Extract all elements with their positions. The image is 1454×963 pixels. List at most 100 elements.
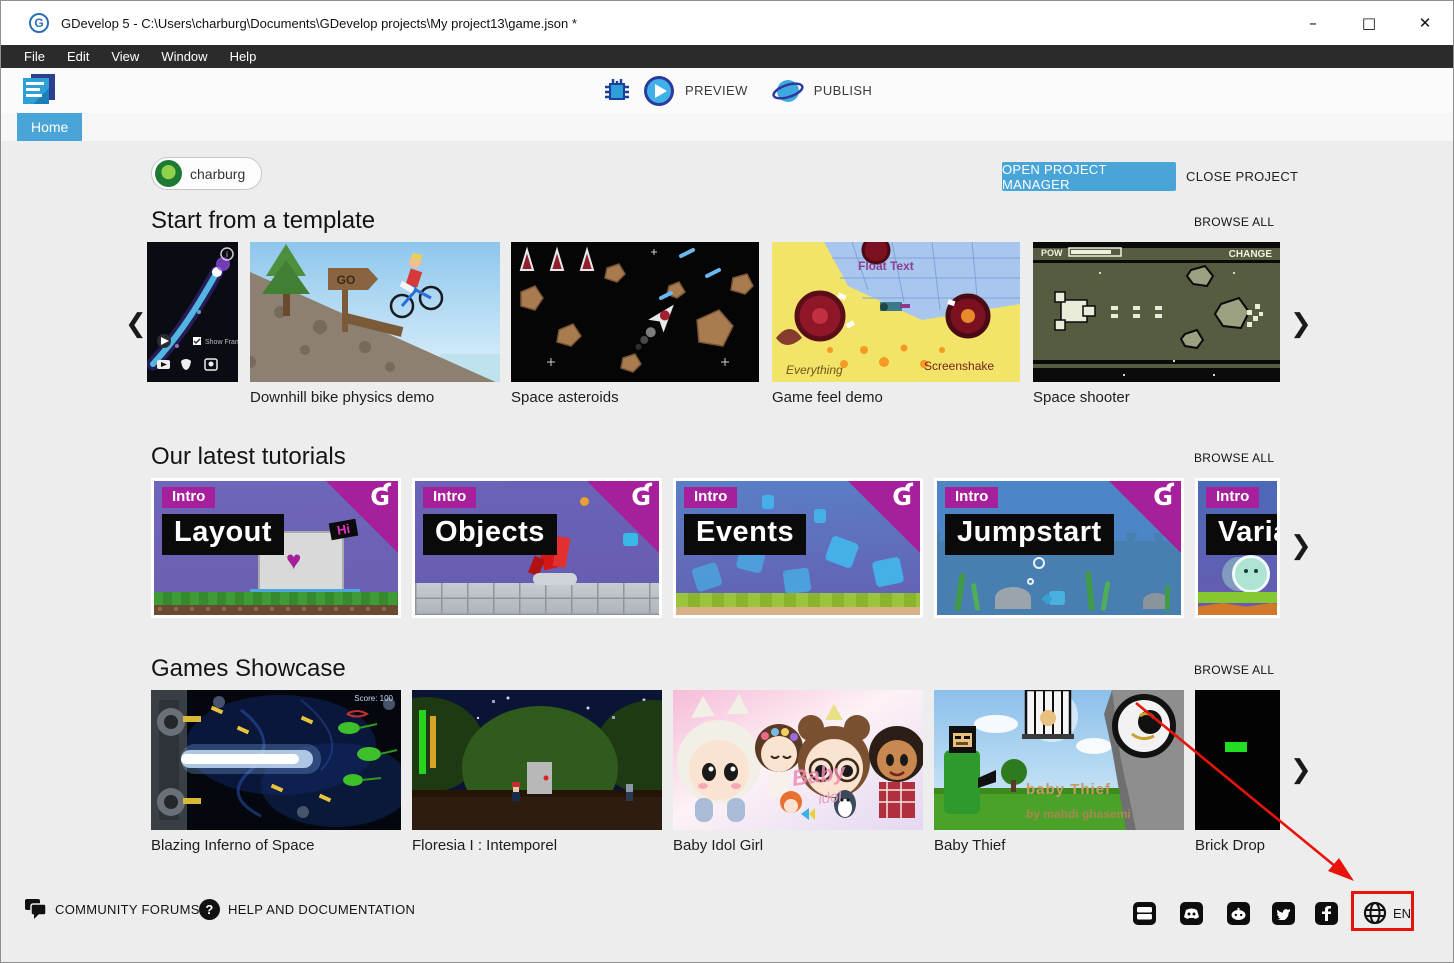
baby-idol-girl-art: Baby idol (673, 690, 923, 830)
minimize-button[interactable]: – (1285, 1, 1341, 45)
tab-bar: Home (1, 113, 1453, 141)
tutorial-title-jumpstart: Jumpstart (945, 514, 1114, 555)
change-label: CHANGE (1229, 249, 1273, 260)
pow-label: POW (1041, 248, 1063, 258)
help-documentation-link[interactable]: ? HELP AND DOCUMENTATION (199, 899, 415, 920)
annotation-highlight-box (1351, 891, 1414, 931)
showcase-browse-all[interactable]: BROWSE ALL (1194, 663, 1274, 677)
community-forums-label: COMMUNITY FORUMS (55, 902, 200, 917)
window-title: GDevelop 5 - C:\Users\charburg\Documents… (61, 16, 577, 31)
forum-icon (25, 899, 47, 919)
screenshake-label: Screenshake (924, 359, 994, 373)
caption-baby-idol-girl: Baby Idol Girl (673, 837, 763, 854)
menu-file[interactable]: File (13, 45, 56, 68)
caption-downhill-bike: Downhill bike physics demo (250, 389, 434, 406)
help-documentation-label: HELP AND DOCUMENTATION (228, 902, 415, 917)
gdevelop-window: G GDevelop 5 - C:\Users\charburg\Documen… (0, 0, 1454, 963)
svg-text:?: ? (205, 902, 213, 917)
help-icon: ? (199, 899, 220, 920)
showcase-section-title: Games Showcase (151, 655, 346, 683)
showcase-card-baby-thief[interactable]: baby Thief by mahdi ghasemi (934, 690, 1184, 830)
tutorial-card-objects[interactable]: Ɠ Intro Objects (412, 478, 662, 618)
template-card-game-feel-demo[interactable]: Float Text Everything Screenshake (772, 242, 1020, 382)
facebook-icon[interactable] (1315, 902, 1338, 925)
showcase-next-arrow[interactable]: ❯ (1290, 757, 1312, 783)
templates-next-arrow[interactable]: ❯ (1290, 311, 1312, 337)
discord-icon[interactable] (1180, 902, 1203, 925)
debugger-icon[interactable] (601, 75, 633, 107)
template-card-partial[interactable]: i Show Frame (147, 242, 238, 382)
gdevelop-logo-icon: Ɠ (370, 483, 390, 511)
gdevelop-logo-icon: Ɠ (631, 483, 651, 511)
template-card-space-shooter[interactable]: POW CHANGE (1033, 242, 1280, 382)
tutorial-card-events[interactable]: Ɠ Intro Events (673, 478, 923, 618)
home-page: charburg OPEN PROJECT MANAGER CLOSE PROJ… (1, 141, 1453, 962)
info-icon: i (226, 250, 228, 259)
templates-browse-all[interactable]: BROWSE ALL (1194, 215, 1274, 229)
preview-button[interactable]: PREVIEW (685, 83, 748, 98)
publish-button[interactable]: PUBLISH (814, 83, 872, 98)
baby-thief-title: baby Thief (1026, 781, 1111, 798)
game-feel-demo-art: Float Text Everything Screenshake (772, 242, 1020, 382)
user-chip[interactable]: charburg (151, 157, 262, 190)
tutorial-title-layout: Layout (162, 514, 284, 555)
caption-floresia: Floresia I : Intemporel (412, 837, 557, 854)
tutorial-title-events: Events (684, 514, 806, 555)
showcase-card-baby-idol-girl[interactable]: Baby idol (673, 690, 923, 830)
menu-view[interactable]: View (100, 45, 150, 68)
menu-window[interactable]: Window (150, 45, 218, 68)
character-2 (626, 784, 633, 801)
brick-drop-art (1195, 690, 1280, 830)
idol-title: idol (817, 788, 843, 808)
preview-icon[interactable] (643, 75, 675, 107)
template-card-downhill-bike[interactable]: GO (250, 242, 500, 382)
twitter-icon[interactable] (1272, 902, 1295, 925)
tutorial-card-variables[interactable]: +1 Intro Variables (1195, 478, 1280, 618)
reddit-icon[interactable] (1227, 902, 1250, 925)
templates-prev-arrow[interactable]: ❮ (125, 311, 147, 337)
character-1 (512, 782, 520, 801)
tutorial-tag: Intro (162, 487, 215, 508)
menu-edit[interactable]: Edit (56, 45, 100, 68)
hanging-cage (1022, 690, 1074, 739)
maximize-button[interactable]: □ (1341, 1, 1397, 45)
title-bar: G GDevelop 5 - C:\Users\charburg\Documen… (1, 1, 1453, 45)
space-asteroids-art (511, 242, 759, 382)
tutorials-section-title: Our latest tutorials (151, 443, 346, 471)
tutorial-tag: Intro (423, 487, 476, 508)
publish-icon[interactable] (772, 75, 804, 107)
tutorial-card-layout[interactable]: ♥ Hi Ɠ Intro Layout (151, 478, 401, 618)
caption-baby-thief: Baby Thief (934, 837, 1005, 854)
main-toolbar: PREVIEW PUBLISH (1, 68, 1453, 113)
tutorial-tag: Intro (945, 487, 998, 508)
showcase-card-brick-drop[interactable] (1195, 690, 1280, 830)
tutorial-tag: Intro (684, 487, 737, 508)
showcase-card-floresia[interactable] (412, 690, 662, 830)
tab-home[interactable]: Home (17, 113, 82, 141)
downhill-bike-art: GO (250, 242, 500, 382)
project-manager-icon[interactable] (23, 74, 59, 106)
show-frame-label: Show Frame (205, 339, 238, 346)
baby-thief-art: baby Thief by mahdi ghasemi (934, 690, 1184, 830)
tutorial-tag: Intro (1206, 487, 1259, 508)
tutorial-card-jumpstart[interactable]: Ɠ Intro Jumpstart (934, 478, 1184, 618)
showcase-card-blazing-inferno[interactable]: Score: 100 (151, 690, 401, 830)
tutorials-browse-all[interactable]: BROWSE ALL (1194, 451, 1274, 465)
gdevelop-app-icon: G (29, 13, 49, 33)
tutorials-next-arrow[interactable]: ❯ (1290, 533, 1312, 559)
caption-space-shooter: Space shooter (1033, 389, 1130, 406)
floresia-art (412, 690, 662, 830)
caption-blazing-inferno: Blazing Inferno of Space (151, 837, 314, 854)
caption-space-asteroids: Space asteroids (511, 389, 619, 406)
menu-bar: File Edit View Window Help (1, 45, 1453, 68)
community-forums-link[interactable]: COMMUNITY FORUMS (25, 899, 200, 919)
menu-help[interactable]: Help (219, 45, 268, 68)
chibi-small (780, 791, 802, 813)
template-card-partial-art: i Show Frame (147, 242, 238, 382)
template-card-space-asteroids[interactable] (511, 242, 759, 382)
open-project-manager-button[interactable]: OPEN PROJECT MANAGER (1002, 162, 1176, 191)
close-button[interactable]: ✕ (1397, 1, 1453, 45)
close-project-button[interactable]: CLOSE PROJECT (1186, 162, 1298, 191)
space-shooter-art: POW CHANGE (1033, 242, 1280, 382)
youtube-icon[interactable] (1133, 902, 1156, 925)
